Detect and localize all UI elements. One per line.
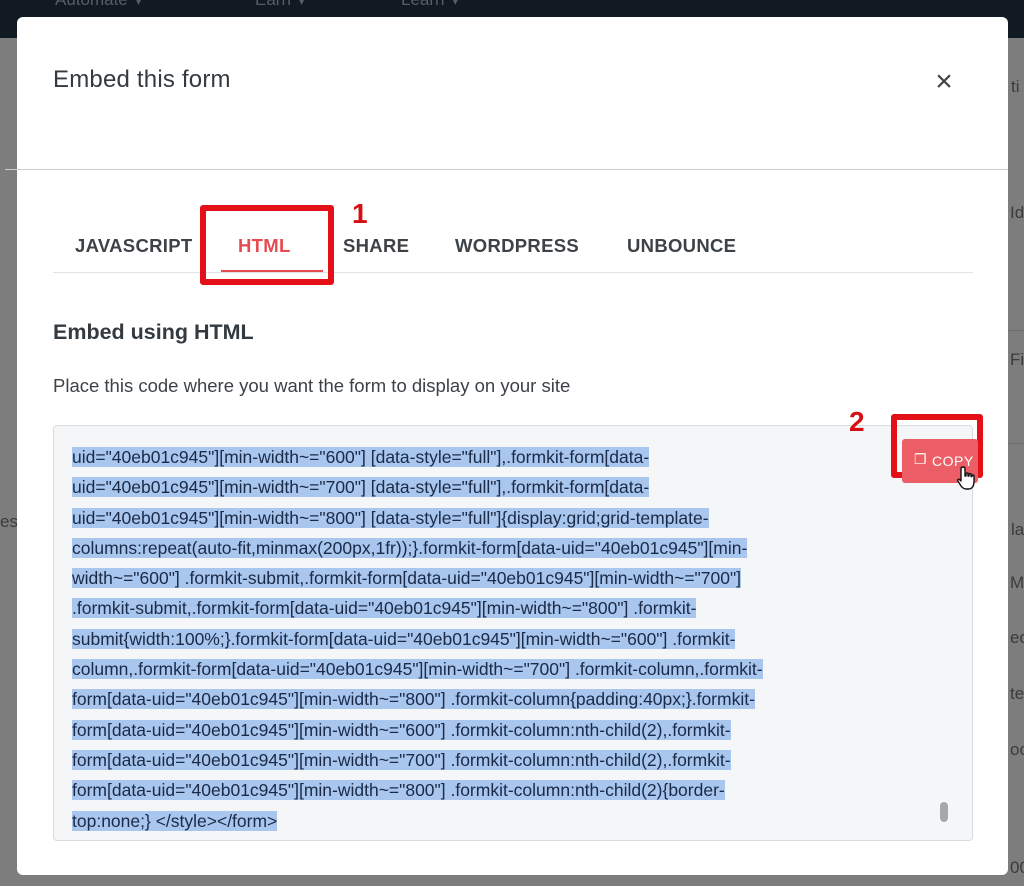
background-text-fragment: la	[1011, 520, 1024, 539]
background-nav-learn: Learn▾	[401, 0, 458, 10]
code-line: top:none;} </style></form>	[72, 810, 278, 831]
chevron-down-icon: ▾	[452, 0, 459, 8]
annotation-number-1: 1	[352, 198, 368, 229]
code-line: .formkit-submit,.formkit-form[data-uid="…	[72, 598, 697, 619]
modal-title: Embed this form	[53, 66, 231, 93]
background-text-fragment: M	[1010, 573, 1024, 592]
code-line: form[data-uid="40eb01c945"][min-width~="…	[72, 719, 731, 740]
chevron-down-icon: ▾	[298, 0, 305, 8]
close-icon[interactable]: ×	[929, 67, 959, 97]
annotation-box-html-tab	[200, 205, 334, 285]
background-divider	[1008, 330, 1024, 331]
tab-share[interactable]: SHARE	[343, 235, 409, 257]
tab-wordpress[interactable]: WORDPRESS	[455, 235, 579, 257]
code-line: width~="600"] .formkit-submit,.formkit-f…	[72, 568, 742, 589]
code-line: columns:repeat(auto-fit,minmax(200px,1fr…	[72, 537, 748, 558]
background-text-fragment: oo	[1010, 740, 1024, 759]
background-text-fragment: ed	[1010, 628, 1024, 647]
annotation-number-2: 2	[849, 406, 865, 437]
background-text-fragment: te	[1010, 684, 1024, 703]
background-text-fragment: Id	[1010, 203, 1024, 222]
code-line: form[data-uid="40eb01c945"][min-width~="…	[72, 689, 755, 710]
background-text-fragment: Fi	[1010, 350, 1024, 369]
background-nav-earn: Earn▾	[255, 0, 304, 10]
copy-icon: ❐	[914, 451, 928, 467]
embed-code-box[interactable]: uid="40eb01c945"][min-width~="600"] [dat…	[53, 425, 973, 841]
background-text-fragment: es	[0, 512, 18, 531]
scrollbar-thumb[interactable]	[940, 802, 948, 822]
embed-form-modal: Embed this form × JAVASCRIPT HTML SHARE …	[5, 17, 1008, 875]
code-line: uid="40eb01c945"][min-width~="800"] [dat…	[72, 507, 709, 528]
tab-javascript[interactable]: JAVASCRIPT	[75, 235, 192, 257]
code-line: submit{width:100%;}.formkit-form[data-ui…	[72, 628, 736, 649]
code-line: form[data-uid="40eb01c945"][min-width~="…	[72, 749, 731, 770]
code-line: column,.formkit-form[data-uid="40eb01c94…	[72, 659, 763, 680]
code-line: form[data-uid="40eb01c945"][min-width~="…	[72, 780, 725, 801]
embed-code[interactable]: uid="40eb01c945"][min-width~="600"] [dat…	[72, 442, 952, 836]
background-text-fragment: 00	[1010, 858, 1024, 877]
background-nav-automate: Automate▾	[55, 0, 141, 10]
background-text-fragment: ti	[1011, 77, 1020, 96]
embed-description: Place this code where you want the form …	[53, 375, 571, 396]
tab-unbounce[interactable]: UNBOUNCE	[627, 235, 736, 257]
section-title: Embed using HTML	[53, 320, 254, 344]
background-divider	[1008, 443, 1024, 444]
header-divider	[5, 169, 1008, 170]
chevron-down-icon: ▾	[135, 0, 142, 8]
code-line: uid="40eb01c945"][min-width~="700"] [dat…	[72, 477, 650, 498]
hand-pointer-icon	[956, 466, 975, 490]
code-line: uid="40eb01c945"][min-width~="600"] [dat…	[72, 447, 650, 467]
embed-tabs: JAVASCRIPT HTML SHARE WORDPRESS UNBOUNCE	[53, 217, 973, 273]
